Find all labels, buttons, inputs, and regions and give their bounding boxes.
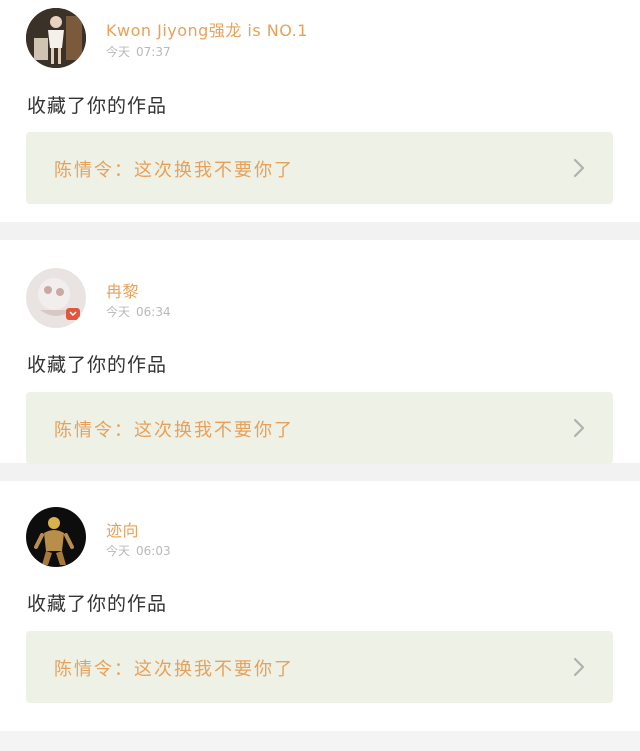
notification-card: 冉黎 今天 06:34 收藏了你的作品 陈情令：这次换我不要你了 — [0, 240, 640, 464]
notification-feed: Kwon Jiyong强龙 is NO.1 今天 07:37 收藏了你的作品 陈情… — [0, 0, 640, 731]
divider — [0, 222, 640, 240]
work-fandom: 陈情令 — [54, 659, 114, 680]
work-link[interactable]: 陈情令：这次换我不要你了 — [26, 631, 613, 703]
timestamp-day: 今天 — [106, 45, 131, 59]
username[interactable]: 迹向 — [106, 517, 139, 541]
work-link[interactable]: 陈情令：这次换我不要你了 — [26, 392, 613, 464]
divider — [0, 463, 640, 481]
action-text: 收藏了你的作品 — [27, 354, 168, 376]
timestamp-day: 今天 — [106, 305, 131, 319]
timestamp-day: 今天 — [106, 544, 131, 558]
work-name: 这次换我不要你了 — [134, 160, 294, 181]
timestamp: 今天 06:34 — [106, 303, 177, 320]
work-separator: ： — [114, 420, 134, 441]
avatar[interactable] — [26, 507, 86, 567]
work-name: 这次换我不要你了 — [134, 420, 294, 441]
action-text: 收藏了你的作品 — [27, 593, 168, 615]
work-separator: ： — [114, 659, 134, 680]
timestamp: 今天 07:37 — [106, 43, 177, 60]
notification-card: Kwon Jiyong强龙 is NO.1 今天 07:37 收藏了你的作品 陈情… — [0, 0, 640, 222]
notification-card: 迹向 今天 06:03 收藏了你的作品 陈情令：这次换我不要你了 — [0, 481, 640, 731]
user-photo-woman-icon — [26, 8, 86, 68]
timestamp-time: 06:03 — [136, 544, 171, 558]
timestamp-time: 06:34 — [136, 305, 171, 319]
username[interactable]: Kwon Jiyong强龙 is NO.1 — [106, 17, 308, 41]
avatar[interactable] — [26, 268, 86, 328]
chevron-right-icon — [573, 657, 585, 677]
chevron-right-icon — [573, 418, 585, 438]
avatar[interactable] — [26, 8, 86, 68]
chevron-right-icon — [573, 158, 585, 178]
work-title: 陈情令：这次换我不要你了 — [54, 156, 294, 182]
work-title: 陈情令：这次换我不要你了 — [54, 416, 294, 442]
work-title: 陈情令：这次换我不要你了 — [54, 655, 294, 681]
work-fandom: 陈情令 — [54, 420, 114, 441]
timestamp-time: 07:37 — [136, 45, 171, 59]
work-link[interactable]: 陈情令：这次换我不要你了 — [26, 132, 613, 204]
username[interactable]: 冉黎 — [106, 278, 139, 302]
work-name: 这次换我不要你了 — [134, 659, 294, 680]
user-photo-cat-icon — [26, 268, 86, 328]
timestamp: 今天 06:03 — [106, 542, 177, 559]
action-text: 收藏了你的作品 — [27, 95, 168, 117]
user-photo-figure-icon — [26, 507, 86, 567]
work-separator: ： — [114, 160, 134, 181]
work-fandom: 陈情令 — [54, 160, 114, 181]
